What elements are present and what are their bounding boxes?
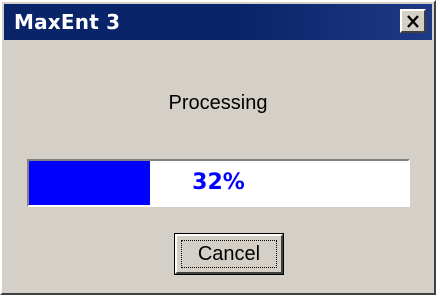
progress-percent-label: 32% — [192, 170, 245, 195]
cancel-button[interactable]: Cancel — [174, 233, 284, 275]
dialog-window: MaxEnt 3 Processing 32% Cancel — [0, 0, 436, 295]
status-message: Processing — [168, 92, 268, 114]
window-title: MaxEnt 3 — [14, 10, 121, 34]
title-bar[interactable]: MaxEnt 3 — [4, 4, 432, 40]
close-icon — [407, 14, 419, 28]
progress-bar: 32% — [27, 159, 410, 207]
close-button[interactable] — [400, 9, 426, 33]
cancel-button-label: Cancel — [197, 243, 261, 265]
